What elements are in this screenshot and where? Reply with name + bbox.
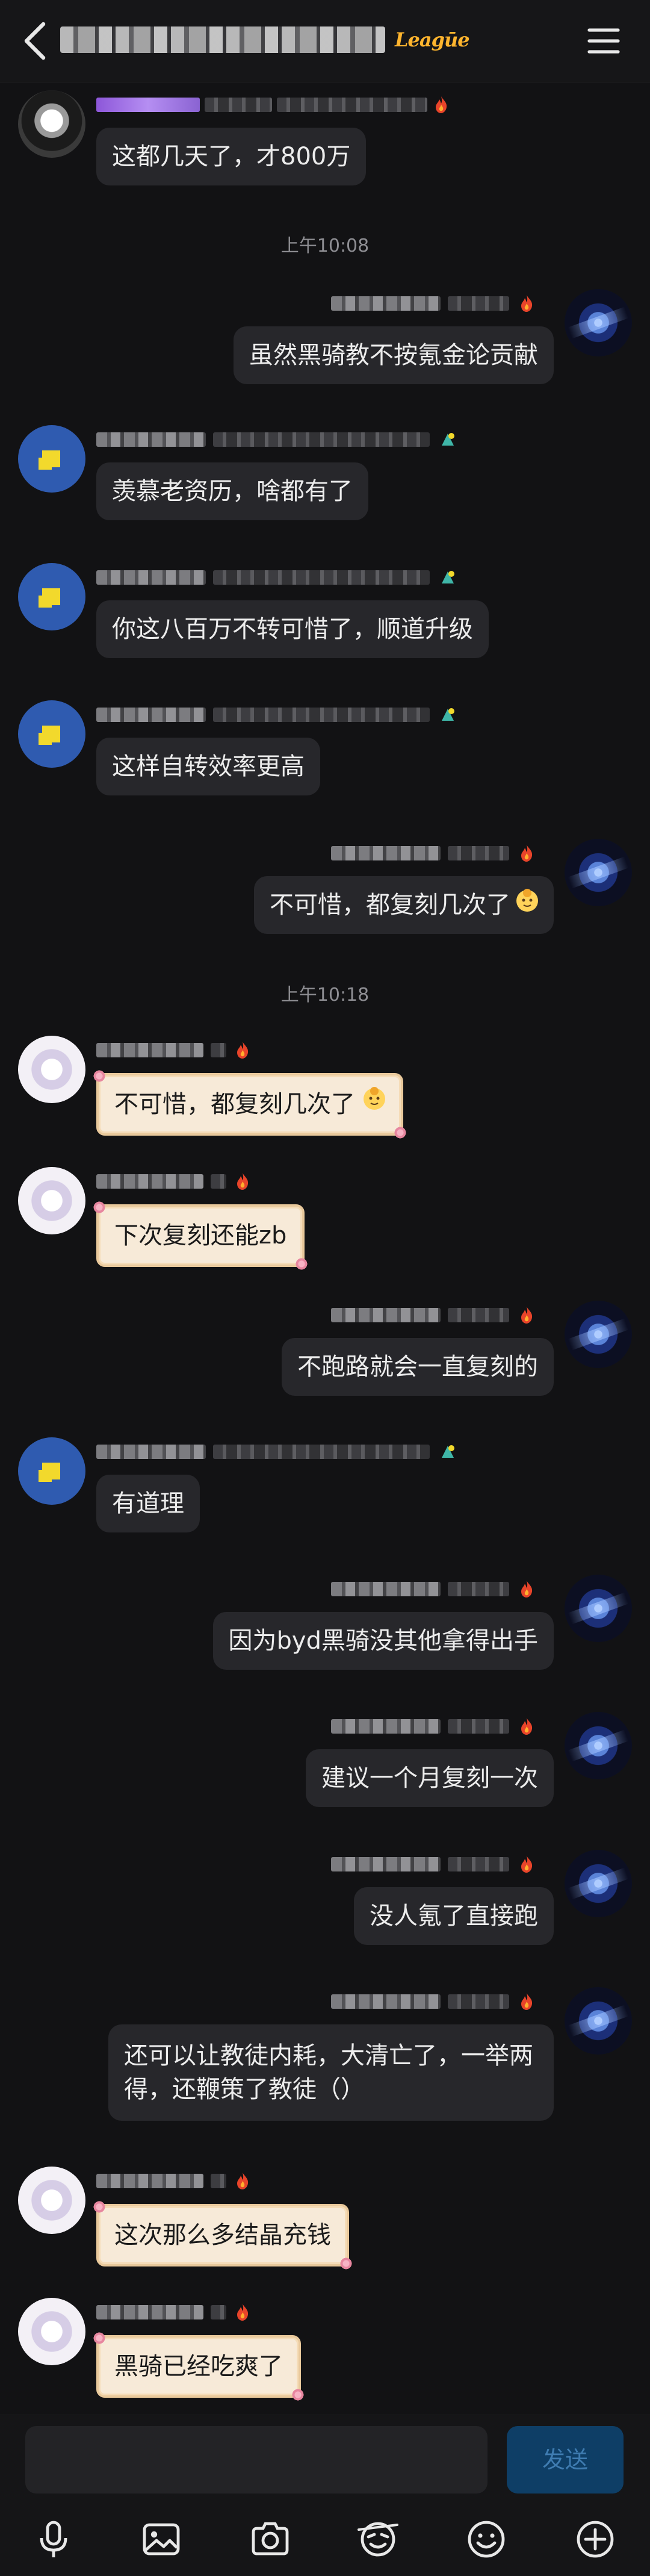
microphone-icon[interactable] xyxy=(32,2518,75,2561)
message-bubble[interactable]: 有道理 xyxy=(96,1475,200,1532)
sticker-icon[interactable] xyxy=(356,2518,400,2561)
sender-name-blurred xyxy=(331,1303,554,1326)
fire-icon xyxy=(237,1173,249,1190)
message-bubble[interactable]: 不可惜，都复刻几次了 xyxy=(93,1069,407,1139)
sender-name-blurred xyxy=(331,841,554,864)
fire-icon xyxy=(521,1718,533,1735)
menu-icon[interactable] xyxy=(587,26,621,55)
back-icon[interactable] xyxy=(19,20,51,61)
message-bubble[interactable]: 这样自转效率更高 xyxy=(96,738,320,795)
sender-name-blurred xyxy=(331,1990,554,2012)
league-badge: Leagūe xyxy=(395,28,470,51)
fire-icon xyxy=(521,845,533,862)
badge-icon xyxy=(442,708,454,721)
sender-name-blurred xyxy=(96,565,469,588)
sender-name-blurred xyxy=(96,93,457,116)
avatar[interactable] xyxy=(565,1850,632,1917)
avatar[interactable] xyxy=(18,2298,85,2365)
fire-icon xyxy=(237,1042,249,1059)
fire-icon xyxy=(521,1993,533,2010)
emoji-face-icon xyxy=(364,1087,385,1110)
fire-icon xyxy=(521,1581,533,1598)
message-text: 下次复刻还能zb xyxy=(114,1222,287,1249)
message-bubble[interactable]: 这都几天了，才800万 xyxy=(96,128,367,185)
chat-title-blurred xyxy=(60,26,385,53)
avatar[interactable] xyxy=(18,1437,85,1505)
sender-name-blurred xyxy=(96,1038,277,1061)
avatar[interactable] xyxy=(565,1301,632,1368)
message-bubble[interactable]: 黑骑已经吃爽了 xyxy=(93,2332,305,2401)
sender-name-blurred xyxy=(331,1577,554,1600)
message-text: 这次那么多结晶充钱 xyxy=(114,2221,331,2249)
camera-icon[interactable] xyxy=(249,2518,292,2561)
sender-name-blurred xyxy=(331,1714,554,1737)
sender-name-blurred xyxy=(96,2300,277,2323)
message-input[interactable] xyxy=(25,2426,488,2494)
avatar[interactable] xyxy=(565,1712,632,1779)
message-bubble[interactable]: 没人氪了直接跑 xyxy=(354,1887,554,1945)
sender-name-blurred xyxy=(96,1440,469,1463)
plus-icon[interactable] xyxy=(574,2518,617,2561)
timestamp: 上午10:08 xyxy=(280,235,370,257)
sender-name-blurred xyxy=(96,428,469,450)
message-bubble[interactable]: 不可惜，都复刻几次了 xyxy=(254,876,554,934)
message-bubble[interactable]: 这次那么多结晶充钱 xyxy=(93,2200,353,2270)
timestamp: 上午10:18 xyxy=(280,985,370,1006)
avatar[interactable] xyxy=(18,563,85,630)
avatar[interactable] xyxy=(18,90,85,158)
avatar[interactable] xyxy=(18,2167,85,2234)
avatar[interactable] xyxy=(565,839,632,906)
avatar[interactable] xyxy=(565,1987,632,2055)
message-bubble[interactable]: 你这八百万不转可惜了，顺道升级 xyxy=(96,600,489,658)
avatar[interactable] xyxy=(18,1167,85,1234)
message-bubble[interactable]: 建议一个月复刻一次 xyxy=(306,1749,554,1807)
sender-name-blurred xyxy=(96,1169,277,1192)
fire-icon xyxy=(237,2304,249,2321)
fire-icon xyxy=(521,295,533,312)
sender-name-blurred xyxy=(331,291,554,314)
composer: 发送 xyxy=(0,2415,650,2576)
emoji-face-icon xyxy=(516,889,538,912)
avatar[interactable] xyxy=(18,700,85,768)
message-bubble[interactable]: 虽然黑骑教不按氪金论贡献 xyxy=(234,326,554,384)
avatar[interactable] xyxy=(565,1575,632,1642)
sender-name-blurred xyxy=(96,703,469,726)
message-text: 不可惜，都复刻几次了 xyxy=(114,1090,355,1118)
message-bubble[interactable]: 下次复刻还能zb xyxy=(93,1201,309,1271)
image-icon[interactable] xyxy=(140,2518,183,2561)
message-bubble[interactable]: 还可以让教徒内耗，大清亡了，一举两得，还鞭策了教徒（） xyxy=(108,2024,554,2121)
message-text: 不可惜，都复刻几次了 xyxy=(270,891,510,919)
avatar[interactable] xyxy=(565,289,632,356)
sender-name-blurred xyxy=(96,2169,277,2192)
message-bubble[interactable]: 因为byd黑骑没其他拿得出手 xyxy=(212,1612,554,1670)
avatar[interactable] xyxy=(18,425,85,493)
badge-icon xyxy=(442,571,454,583)
message-bubble[interactable]: 羡慕老资历，啥都有了 xyxy=(96,462,368,520)
fire-icon xyxy=(521,1307,533,1324)
avatar[interactable] xyxy=(18,1036,85,1103)
message-text: 黑骑已经吃爽了 xyxy=(114,2353,283,2380)
fire-icon xyxy=(436,96,447,113)
fire-icon xyxy=(521,1856,533,1873)
badge-icon xyxy=(442,433,454,446)
chat-header: Leagūe xyxy=(0,0,650,82)
badge-icon xyxy=(442,1445,454,1458)
fire-icon xyxy=(237,2173,249,2189)
message-bubble[interactable]: 不跑路就会一直复刻的 xyxy=(282,1338,554,1396)
send-button[interactable]: 发送 xyxy=(507,2426,624,2494)
emoji-icon[interactable] xyxy=(465,2518,508,2561)
sender-name-blurred xyxy=(331,1852,554,1875)
